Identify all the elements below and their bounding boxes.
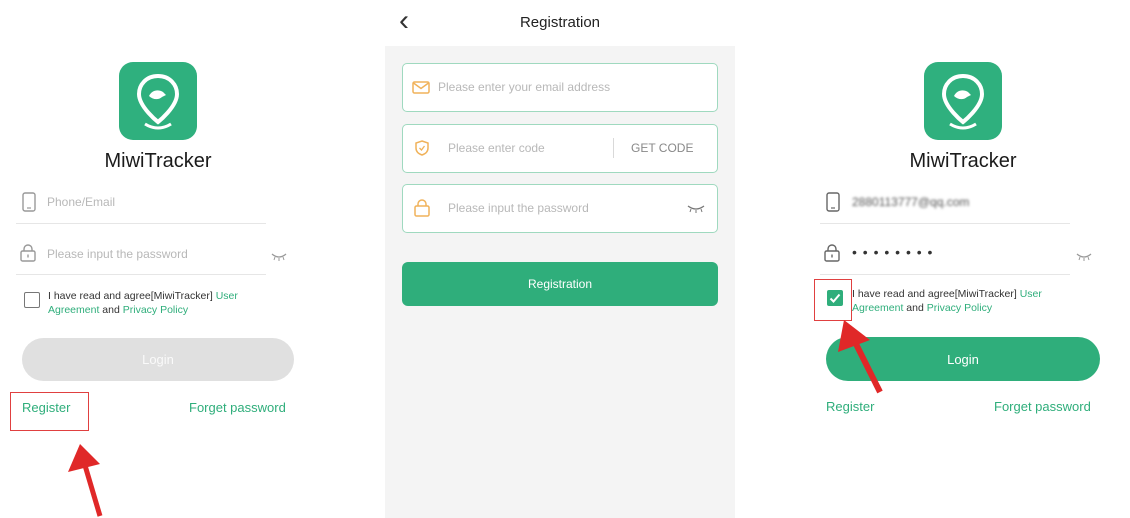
divider [613,138,614,158]
divider [16,274,266,275]
password-placeholder: Please input the password [448,201,589,215]
agree-checkbox[interactable] [827,290,843,306]
email-field[interactable]: Please enter your email address [402,63,718,112]
app-name: MiwiTracker [909,150,1017,172]
red-arrow-annotation [68,444,103,517]
lock-icon [20,244,36,267]
agreement-label: I have read and agree[MiwiTracker] [48,290,213,302]
registration-button[interactable]: Registration [402,262,718,306]
red-arrow-annotation [838,320,883,394]
app-logo [119,62,197,140]
divider [820,223,1070,224]
location-pin-icon [136,73,180,130]
account-input[interactable]: Phone/Email [47,195,115,209]
eye-closed-icon[interactable] [687,203,705,213]
mail-icon [412,81,430,94]
password-input[interactable]: Please input the password [47,247,188,261]
privacy-policy-link[interactable]: Privacy Policy [123,304,188,316]
password-field[interactable]: Please input the password [402,184,718,233]
agreement-text: I have read and agree[MiwiTracker] User … [48,289,278,317]
password-input[interactable]: • • • • • • • • [852,244,933,260]
login-button[interactable]: Login [22,338,294,381]
account-input[interactable]: 2880113777@qq.com [852,195,969,209]
forget-password-link[interactable]: Forget password [189,400,286,415]
agree-checkbox[interactable] [24,292,40,308]
and-text: and [102,304,120,316]
location-pin-icon [941,73,985,130]
login-screen-checked: MiwiTracker 2880113777@qq.com • • • • • … [790,0,1130,518]
lock-icon [414,199,430,217]
code-placeholder: Please enter code [448,141,545,155]
and-text: and [906,302,924,314]
agreement-label: I have read and agree[MiwiTracker] [852,288,1017,300]
get-code-button[interactable]: GET CODE [631,141,693,155]
email-placeholder: Please enter your email address [438,80,611,94]
divider [820,274,1070,275]
eye-closed-icon[interactable] [271,248,287,266]
forget-password-link[interactable]: Forget password [994,399,1091,414]
checkmark-icon [829,293,841,303]
phone-icon [826,192,840,217]
register-link[interactable]: Register [22,400,70,415]
phone-icon [22,192,36,217]
agreement-text: I have read and agree[MiwiTracker] User … [852,287,1082,315]
shield-icon [415,140,429,156]
privacy-policy-link[interactable]: Privacy Policy [927,302,992,314]
eye-closed-icon[interactable] [1076,248,1092,266]
registration-screen: ‹ Registration Please enter your email a… [385,0,735,518]
divider [16,223,266,224]
lock-icon [824,244,840,267]
login-screen-unchecked: MiwiTracker Phone/Email Please input the… [0,0,370,518]
app-name: MiwiTracker [104,150,212,172]
app-logo [924,62,1002,140]
page-title: Registration [519,14,601,31]
register-link[interactable]: Register [826,399,874,414]
code-field[interactable]: Please enter code GET CODE [402,124,718,173]
